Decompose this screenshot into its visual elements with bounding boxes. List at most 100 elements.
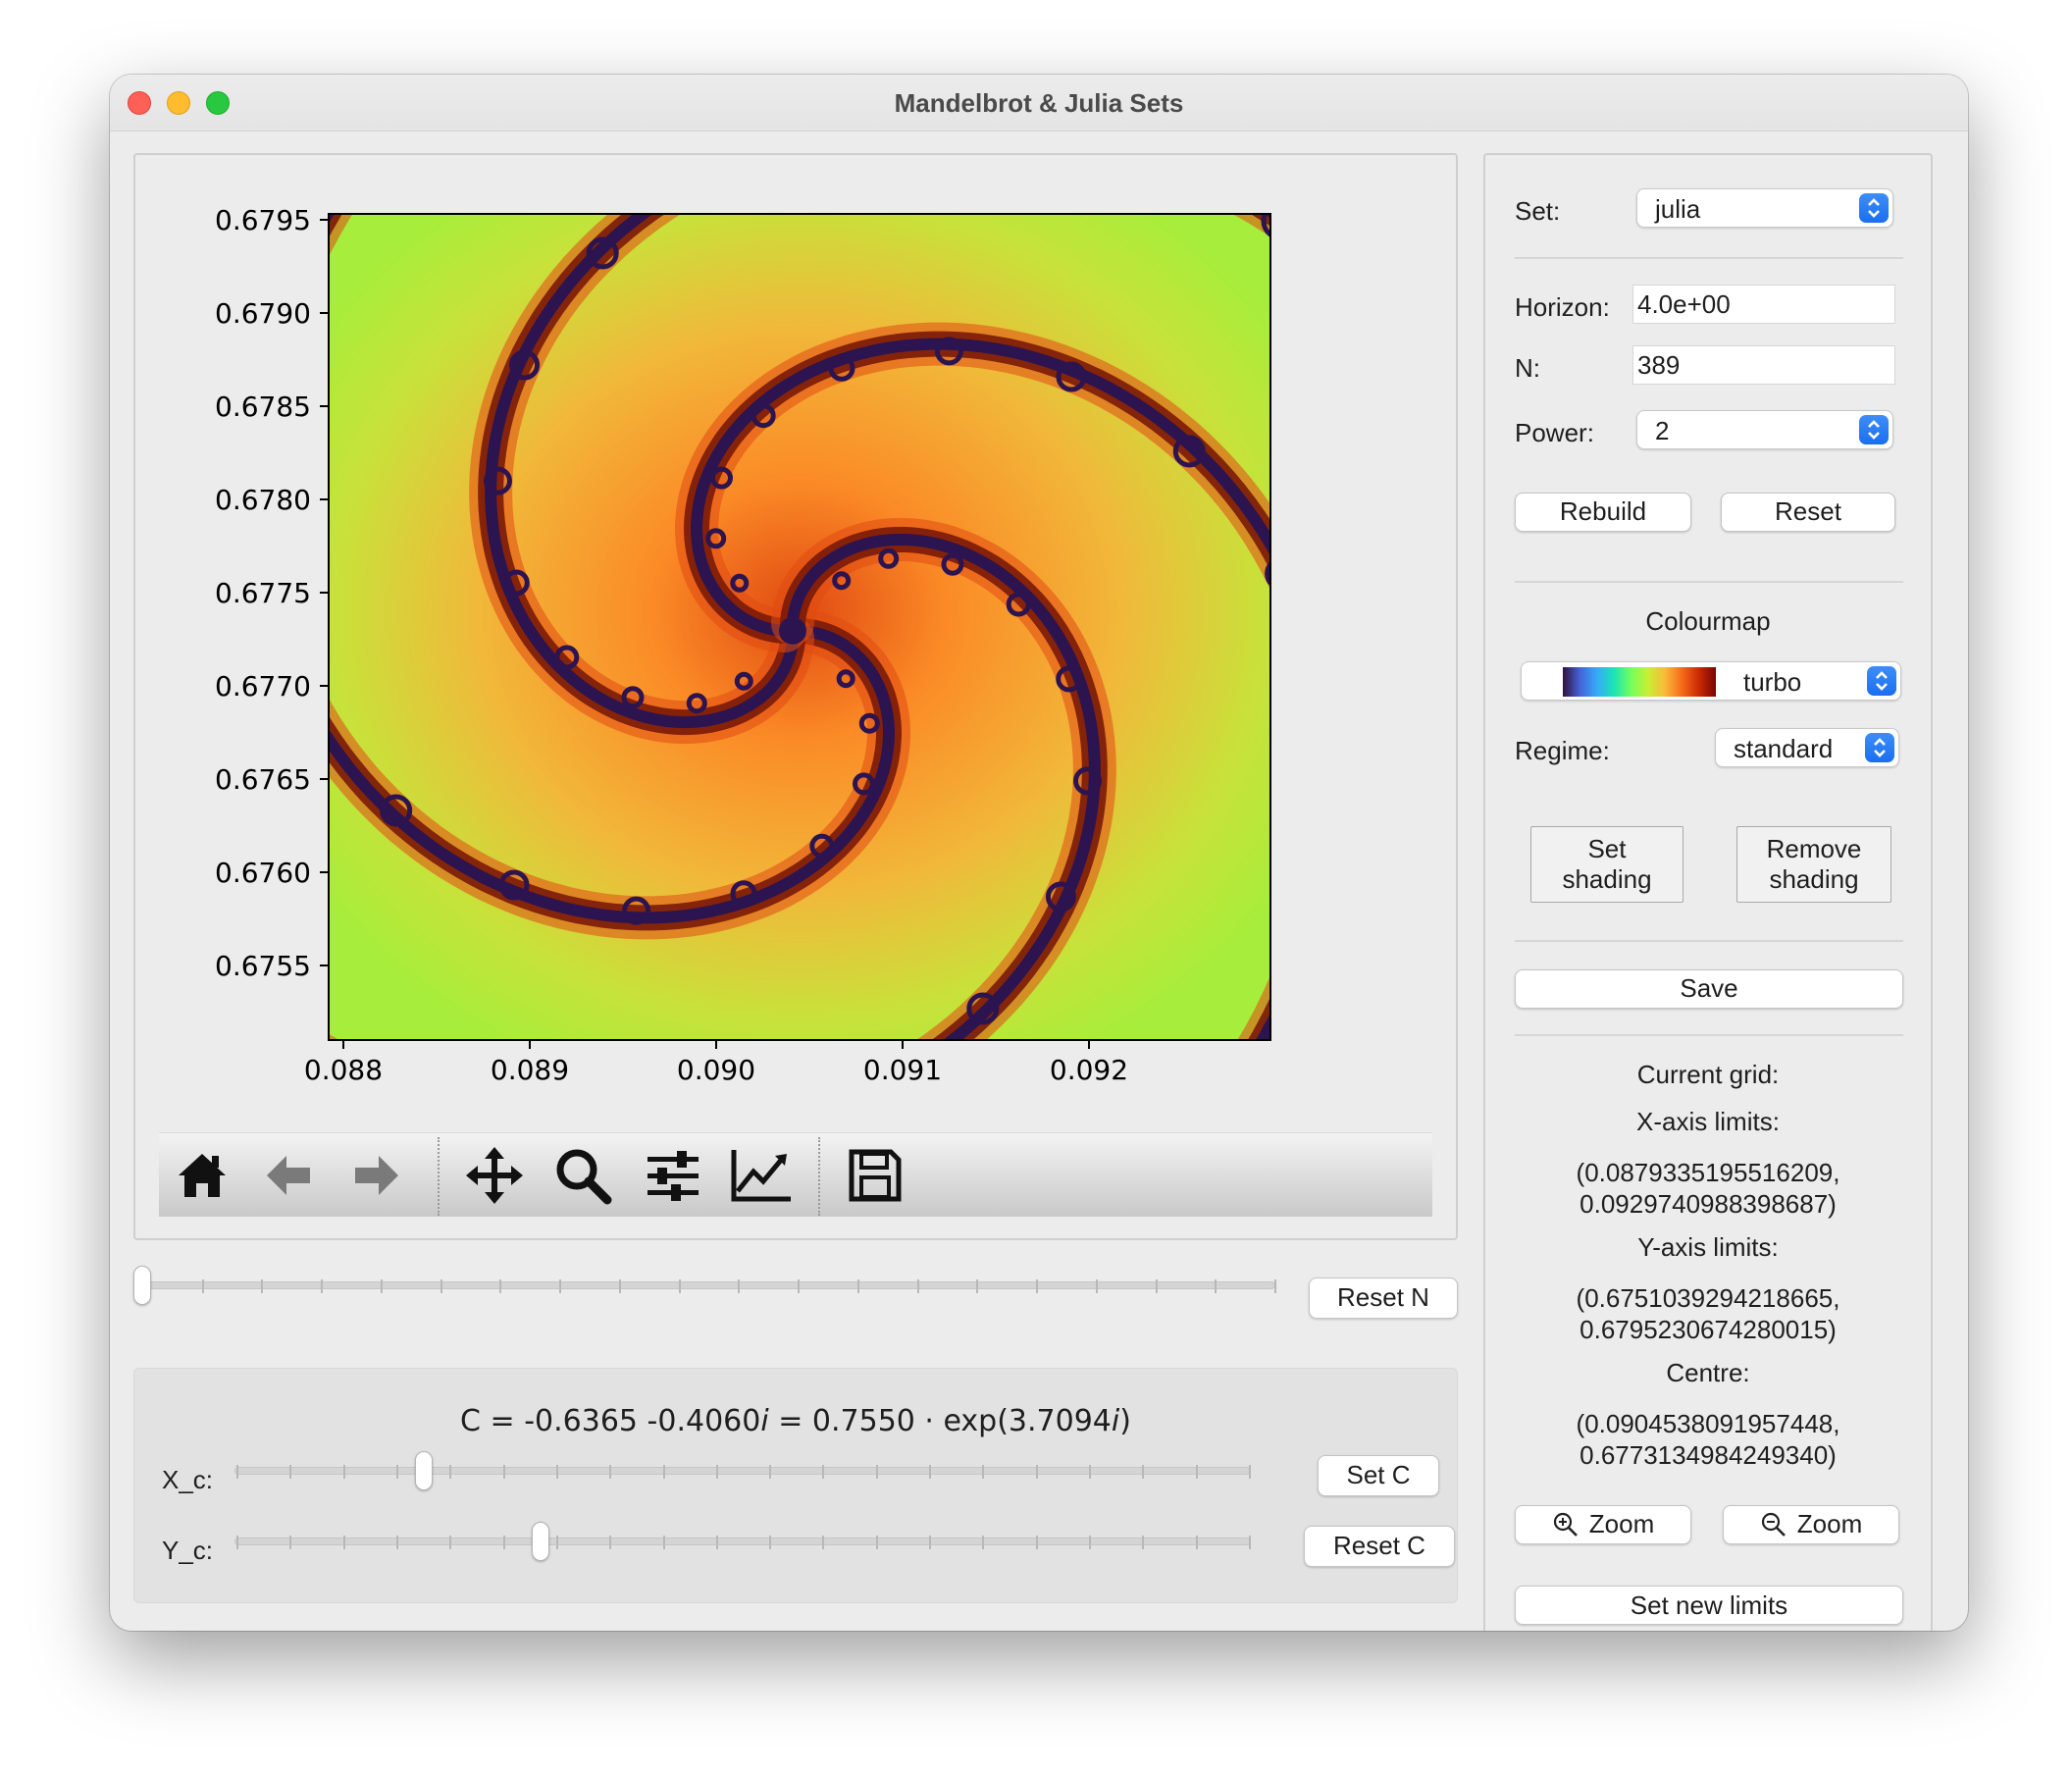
fractal-axes[interactable]: 0.6795 0.6790 0.6785 0.6780 0.6775 0.6770 0.67… [135,155,1460,1117]
slider-tick [555,1536,558,1549]
slider-tick [342,1536,345,1549]
xc-label: X_c: [162,1465,214,1494]
save-button[interactable]: Save [1515,969,1903,1009]
set-shading-button[interactable]: Set shading [1530,826,1684,903]
fractal-curl [135,872,161,910]
slider-tick [321,1279,324,1293]
back-button[interactable] [249,1141,328,1210]
slider-tick [342,1465,345,1479]
fractal-curl [1424,352,1460,390]
fractal-curl [478,1108,511,1117]
fractal-image[interactable] [135,155,1460,1117]
pan-button[interactable] [455,1141,534,1210]
c-formula-imag: i [760,1404,769,1438]
n-slider[interactable] [133,1260,1281,1315]
slider-tick [1249,1465,1251,1479]
configure-icon [648,1151,699,1201]
slider-tick [1274,1279,1276,1293]
slider-tick [201,1279,204,1293]
y-tick-label: 0.6775 [215,577,311,609]
n-input[interactable] [1632,345,1895,385]
slider-tick [555,1465,558,1479]
slider-tick [502,1536,505,1549]
home-button[interactable] [163,1141,241,1210]
reset-n-button[interactable]: Reset N [1309,1277,1458,1319]
slider-tick [559,1279,562,1293]
back-arrow-icon [267,1156,310,1195]
reset-button[interactable]: Reset [1721,493,1895,532]
colourmap-value: turbo [1743,667,1802,697]
power-select[interactable]: 2 [1636,410,1893,449]
fractal-curl [1296,899,1329,932]
slider-tick [499,1279,502,1293]
horizon-input[interactable] [1632,285,1895,324]
slider-tick [822,1465,825,1479]
zoom-out-button[interactable]: Zoom [1723,1505,1899,1544]
rebuild-button[interactable]: Rebuild [1515,493,1691,532]
window-title: Mandelbrot & Julia Sets [894,88,1184,118]
save-figure-button[interactable] [836,1141,914,1210]
remove-shading-button[interactable]: Remove shading [1736,826,1891,903]
n-slider-handle[interactable] [133,1266,151,1305]
slider-tick [1089,1536,1092,1549]
centre-label: Centre: [1666,1358,1750,1387]
slider-tick [982,1465,985,1479]
slider-tick [1215,1279,1217,1293]
zoom-rect-button[interactable] [544,1141,622,1210]
x-tick-label: 0.092 [1050,1054,1128,1086]
fractal-curl [256,330,289,363]
save-icon [849,1149,902,1202]
xc-slider-handle[interactable] [414,1451,433,1490]
centre-value: 0.6773134984249340) [1580,1440,1837,1470]
navigation-toolbar [159,1132,1432,1217]
slider-tick [982,1536,985,1549]
regime-select[interactable]: standard [1715,728,1899,767]
fractal-curl [1208,1078,1243,1114]
slider-tick [715,1465,718,1479]
y-tick-label: 0.6795 [215,204,311,236]
y-tick-label: 0.6790 [215,297,311,330]
fractal-curl [1313,718,1344,750]
xc-slider-groove [234,1467,1251,1475]
x-tick-label: 0.088 [304,1054,383,1086]
reset-c-button[interactable]: Reset C [1304,1526,1455,1567]
slider-tick [609,1536,612,1549]
c-formula-imag: i [1111,1404,1120,1438]
slider-tick [1249,1536,1251,1549]
yc-slider-handle[interactable] [531,1522,549,1561]
configure-subplots-button[interactable] [634,1141,712,1210]
colourmap-select[interactable]: turbo [1521,661,1901,701]
slider-tick [976,1279,979,1293]
set-new-limits-button[interactable]: Set new limits [1515,1586,1903,1625]
fractal-curl [1265,560,1270,587]
slider-tick [929,1465,932,1479]
y-axis-limits-value: (0.6751039294218665, [1576,1283,1840,1313]
slider-tick [1035,1536,1038,1549]
slider-tick [678,1279,681,1293]
fractal-core [779,617,806,645]
slider-tick [449,1465,452,1479]
edit-curves-icon [731,1150,791,1202]
slider-tick [289,1536,292,1549]
toolbar-separator [438,1137,440,1216]
edit-curves-button[interactable] [722,1141,801,1210]
control-panel: Set: julia Horizon: N: Power: 2 Rebuild … [1483,153,1933,1631]
y-tick-label: 0.6760 [215,857,311,889]
colourmap-title: Colourmap [1645,606,1771,636]
set-c-button[interactable]: Set C [1318,1455,1439,1496]
centre-value: (0.0904538091957448, [1576,1409,1840,1438]
select-arrows-icon [1867,666,1896,696]
forward-button[interactable] [337,1141,416,1210]
yc-slider[interactable] [233,1518,1253,1567]
slider-tick [618,1279,621,1293]
slider-tick [1095,1279,1098,1293]
zoom-in-button[interactable]: Zoom [1515,1505,1691,1544]
xc-slider[interactable] [233,1447,1253,1496]
slider-tick [289,1465,292,1479]
set-select[interactable]: julia [1636,188,1893,228]
fractal-curl [342,155,378,183]
slider-tick [769,1536,772,1549]
separator [1515,1034,1903,1036]
c-formula-part: = 0.7550 · exp(3.7094 [768,1404,1112,1438]
regime-label: Regime: [1515,736,1610,765]
